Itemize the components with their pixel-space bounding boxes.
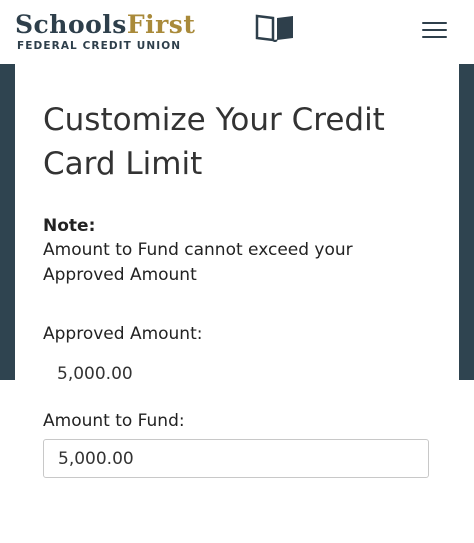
note-text: Amount to Fund cannot exceed your Approv…: [43, 240, 353, 285]
approved-amount-label: Approved Amount:: [43, 324, 203, 344]
logo-subtitle: FEDERAL CREDIT UNION: [17, 40, 182, 52]
hamburger-icon-bar-bottom: [422, 36, 447, 38]
book-icon: [255, 14, 293, 42]
approved-amount-value: 5,000.00: [57, 364, 133, 384]
hamburger-icon-bar-top: [422, 22, 447, 24]
schoolsfirst-logo[interactable]: SchoolsFirst FEDERAL CREDIT UNION: [15, 10, 305, 56]
note-heading: Note:: [43, 216, 96, 236]
hamburger-icon-bar-middle: [422, 29, 447, 31]
hamburger-menu-button[interactable]: [416, 14, 452, 46]
page-title: Customize Your Credit Card Limit: [43, 102, 385, 182]
logo-word-schools: Schools: [15, 10, 127, 39]
logo-word-first: First: [126, 10, 196, 39]
amount-to-fund-input[interactable]: [43, 439, 429, 478]
credit-limit-card: Customize Your Credit Card Limit Note: A…: [15, 64, 459, 543]
amount-to-fund-label: Amount to Fund:: [43, 411, 185, 431]
page: SchoolsFirst FEDERAL CREDIT UNION Custom…: [0, 0, 474, 543]
logo-wordmark: SchoolsFirst: [15, 10, 195, 40]
site-header: SchoolsFirst FEDERAL CREDIT UNION: [0, 0, 474, 64]
